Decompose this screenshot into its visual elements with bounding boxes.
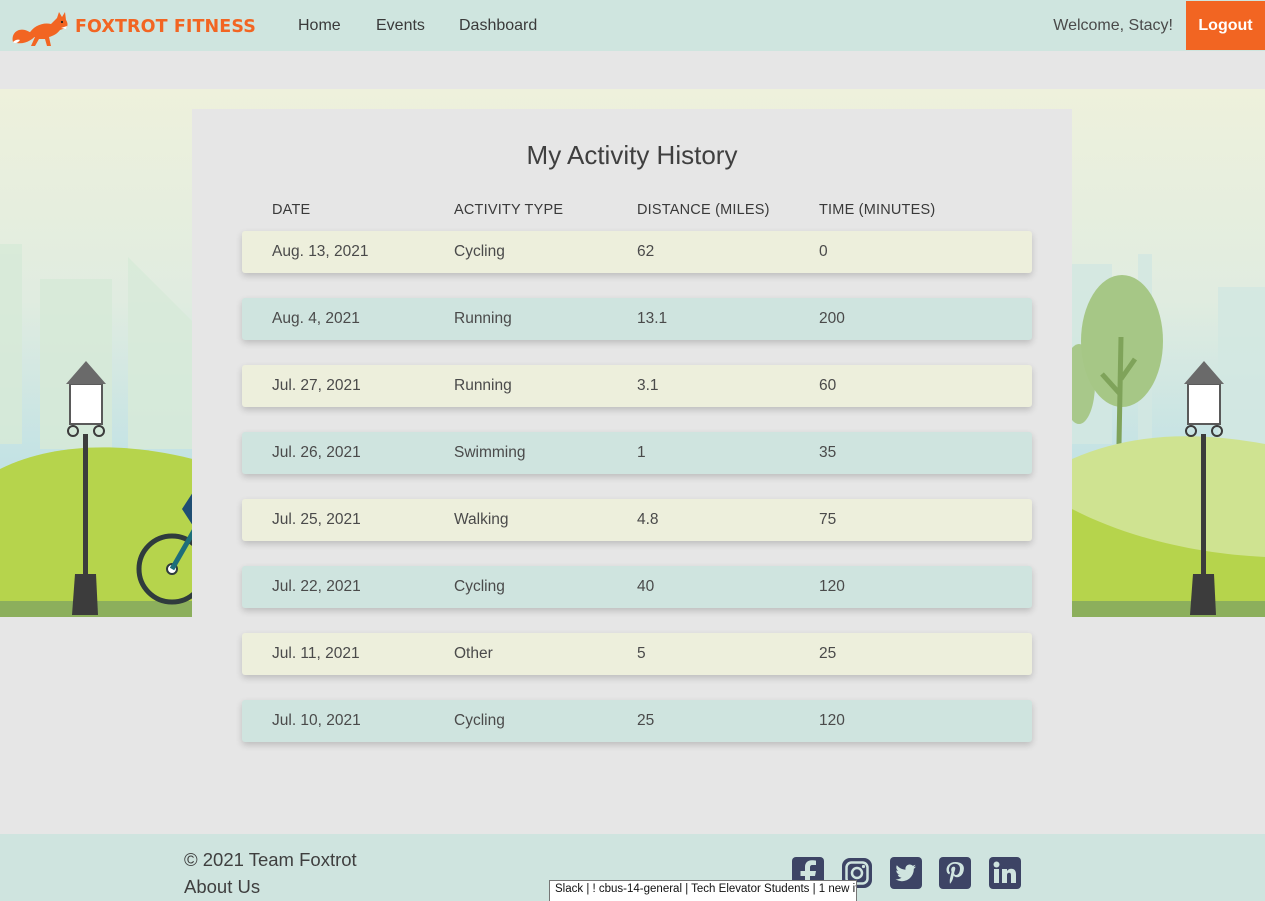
activity-row[interactable]: Jul. 27, 2021 Running 3.1 60 [242, 365, 1032, 407]
top-navbar: FOXTROT FITNESS Home Events Dashboard We… [0, 0, 1265, 51]
activity-distance: 3.1 [637, 377, 659, 394]
activity-distance: 5 [637, 645, 646, 662]
column-header-time: TIME (MINUTES) [819, 202, 936, 218]
activity-date: Jul. 10, 2021 [272, 712, 361, 729]
activity-date: Jul. 22, 2021 [272, 578, 361, 595]
activity-type: Cycling [454, 578, 505, 595]
welcome-message: Welcome, Stacy! [1053, 17, 1173, 34]
nav-home-link[interactable]: Home [298, 0, 341, 51]
activity-distance: 25 [637, 712, 655, 729]
activity-type: Cycling [454, 243, 505, 260]
activity-type: Other [454, 645, 493, 662]
pinterest-icon[interactable] [938, 856, 972, 890]
page-title: My Activity History [526, 140, 738, 170]
activity-date: Aug. 13, 2021 [272, 243, 369, 260]
activity-time: 25 [819, 645, 837, 662]
activity-type: Cycling [454, 712, 505, 729]
column-header-date: DATE [272, 202, 311, 218]
activity-distance: 40 [637, 578, 655, 595]
linkedin-icon[interactable] [988, 856, 1022, 890]
activity-time: 60 [819, 377, 837, 394]
activity-distance: 4.8 [637, 511, 659, 528]
brand-name: FOXTROT FITNESS [75, 17, 256, 37]
fox-logo-icon [12, 12, 68, 46]
about-us-link[interactable]: About Us [184, 876, 260, 898]
activity-time: 35 [819, 444, 837, 461]
footer-copyright: © 2021 Team Foxtrot [184, 849, 357, 870]
activity-row[interactable]: Jul. 10, 2021 Cycling 25 120 [242, 700, 1032, 742]
activity-type: Running [454, 310, 512, 327]
activity-row[interactable]: Jul. 22, 2021 Cycling 40 120 [242, 566, 1032, 608]
activity-time: 75 [819, 511, 837, 528]
activity-type: Running [454, 377, 512, 394]
activity-row[interactable]: Aug. 13, 2021 Cycling 62 0 [242, 231, 1032, 273]
nav-events-link[interactable]: Events [376, 0, 425, 51]
activity-date: Jul. 11, 2021 [272, 645, 360, 662]
twitter-icon[interactable] [889, 856, 923, 890]
activity-time: 200 [819, 310, 845, 327]
activity-date: Jul. 25, 2021 [272, 511, 361, 528]
activity-row[interactable]: Jul. 25, 2021 Walking 4.8 75 [242, 499, 1032, 541]
activity-distance: 1 [637, 444, 646, 461]
activity-row[interactable]: Jul. 26, 2021 Swimming 1 35 [242, 432, 1032, 474]
activity-row[interactable]: Jul. 11, 2021 Other 5 25 [242, 633, 1032, 675]
activity-date: Aug. 4, 2021 [272, 310, 360, 327]
activity-time: 0 [819, 243, 828, 260]
activity-time: 120 [819, 578, 845, 595]
slack-notification-tooltip: Slack | ! cbus-14-general | Tech Elevato… [549, 880, 857, 901]
activity-row[interactable]: Aug. 4, 2021 Running 13.1 200 [242, 298, 1032, 340]
brand-logo[interactable]: FOXTROT FITNESS [11, 4, 256, 50]
column-header-distance: DISTANCE (MILES) [637, 202, 770, 218]
activity-date: Jul. 27, 2021 [272, 377, 361, 394]
logout-button[interactable]: Logout [1186, 1, 1265, 50]
activity-distance: 62 [637, 243, 655, 260]
activity-date: Jul. 26, 2021 [272, 444, 361, 461]
activity-distance: 13.1 [637, 310, 668, 327]
activity-time: 120 [819, 712, 845, 729]
nav-dashboard-link[interactable]: Dashboard [459, 0, 537, 51]
activity-type: Swimming [454, 444, 526, 461]
column-header-activity-type: ACTIVITY TYPE [454, 202, 564, 218]
activity-type: Walking [454, 511, 509, 528]
